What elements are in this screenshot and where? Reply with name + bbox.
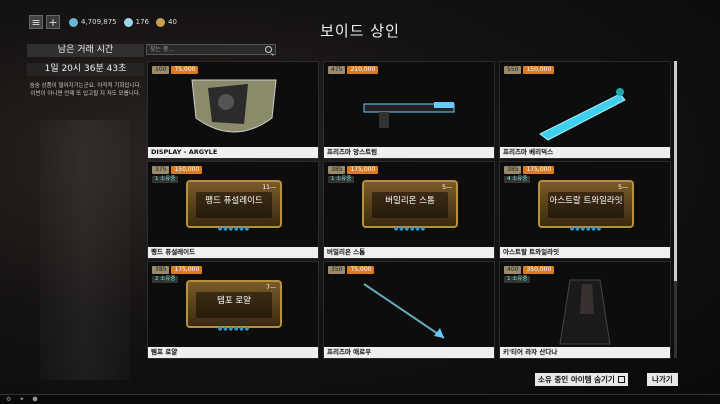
mod-card: 7— 템포 로얄 ●●●●●● xyxy=(186,280,282,332)
credit-price: 75,000 xyxy=(347,266,375,274)
credit-price: 350,000 xyxy=(523,266,555,274)
item-card[interactable]: 100 75,000 DISPLAY - ARGYLE xyxy=(147,61,319,159)
ducat-price: 400 xyxy=(504,266,522,274)
item-name: 팽드 퓨설레이드 xyxy=(148,247,318,258)
ducat-price: 475 xyxy=(328,66,346,74)
owned-badge: 1 소유중 xyxy=(328,176,355,183)
ducat-price: 100 xyxy=(152,66,170,74)
mod-name: 팽드 퓨설레이드 xyxy=(205,196,263,206)
item-name: 프리즈마 베리덕스 xyxy=(500,147,670,158)
item-card[interactable]: 475 210,000 프리즈마 앙스트럼 xyxy=(323,61,495,159)
owned-badge: 4 소유중 xyxy=(504,176,531,183)
footer-icon: ✦ xyxy=(19,396,25,403)
credit-price: 75,000 xyxy=(171,66,199,74)
owned-badge: 2 소유중 xyxy=(152,276,179,283)
checkbox-icon[interactable] xyxy=(617,376,625,383)
item-image xyxy=(324,274,494,346)
item-name: 버밀리온 스톰 xyxy=(324,247,494,258)
item-card[interactable]: 385 175,000 1 소유중 5— 버밀리온 스톰 ●●●●●● 버밀리온 스톰 xyxy=(323,161,495,259)
credit-price: 150,000 xyxy=(171,166,203,174)
mod-rank: 5— xyxy=(442,184,452,191)
item-card[interactable]: 350 75,000 프리즈마 애로우 xyxy=(323,261,495,359)
item-name: 프리즈마 애로우 xyxy=(324,347,494,358)
item-card[interactable]: 385 175,000 2 소유중 7— 템포 로얄 ●●●●●● 템포 로얄 xyxy=(147,261,319,359)
hide-owned-toggle[interactable]: 소유 중인 아이템 숨기기 xyxy=(535,373,628,386)
ducat-price: 385 xyxy=(328,166,346,174)
mod-name: 아스트랄 트와일라잇 xyxy=(549,196,623,206)
mod-rank: 11— xyxy=(262,184,276,191)
search-icon[interactable] xyxy=(265,46,272,53)
item-name: 프리즈마 앙스트럼 xyxy=(324,147,494,158)
item-image xyxy=(148,74,318,146)
ducat-price: 385 xyxy=(152,266,170,274)
item-grid: 100 75,000 DISPLAY - ARGYLE 475 210,000 프리… xyxy=(147,61,671,359)
time-remaining: 1일 20시 36분 43초 xyxy=(27,63,144,76)
page-title: 보이드 상인 xyxy=(320,22,400,40)
mod-card: 11— 팽드 퓨설레이드 ●●●●●● xyxy=(186,180,282,232)
credit-price: 150,000 xyxy=(523,66,555,74)
footer-icon: ⚙ xyxy=(6,396,12,403)
footer-icon: ⬢ xyxy=(32,396,38,403)
item-card[interactable]: 400 350,000 1 소유중 키'티어 라자 산다나 xyxy=(499,261,671,359)
ducat-price: 350 xyxy=(328,266,346,274)
ducat-price: 385 xyxy=(504,166,522,174)
item-card[interactable]: 550 150,000 프리즈마 베리덕스 xyxy=(499,61,671,159)
search-input[interactable]: 찾는 중... xyxy=(146,44,276,55)
item-card[interactable]: 385 175,000 4 소유중 5— 아스트랄 트와일라잇 ●●●●●● 아스트랄… xyxy=(499,161,671,259)
credit-price: 175,000 xyxy=(523,166,555,174)
item-card[interactable]: 375 150,000 1 소유중 11— 팽드 퓨설레이드 ●●●●●● 팽드 퓨설… xyxy=(147,161,319,259)
owned-badge: 1 소유중 xyxy=(152,176,179,183)
mod-rank: 7— xyxy=(266,284,276,291)
credit-price: 175,000 xyxy=(171,266,203,274)
ducat-price: 550 xyxy=(504,66,522,74)
mod-rank: 5— xyxy=(618,184,628,191)
item-image xyxy=(500,274,670,346)
item-name: 키'티어 라자 산다나 xyxy=(500,347,670,358)
mod-card: 5— 버밀리온 스톰 ●●●●●● xyxy=(362,180,458,232)
item-image xyxy=(500,74,670,146)
mod-card: 5— 아스트랄 트와일라잇 ●●●●●● xyxy=(538,180,634,232)
leave-button[interactable]: 나가기 xyxy=(647,373,678,386)
mod-name: 템포 로얄 xyxy=(217,296,251,306)
scrollbar-thumb[interactable] xyxy=(674,61,677,281)
footer-bar: ⚙ ✦ ⬢ xyxy=(0,394,720,404)
time-heading: 남은 거래 시간 xyxy=(27,44,144,57)
hide-owned-label: 소유 중인 아이템 숨기기 xyxy=(538,375,615,384)
item-image xyxy=(324,74,494,146)
search-placeholder: 찾는 중... xyxy=(150,46,175,53)
item-name: DISPLAY - ARGYLE xyxy=(148,147,318,158)
item-name: 템포 로얄 xyxy=(148,347,318,358)
credit-price: 210,000 xyxy=(347,66,379,74)
mod-name: 버밀리온 스톰 xyxy=(385,196,435,206)
left-panel: 남은 거래 시간 1일 20시 36분 43초 숨숨 상품이 떨어지기는군요. … xyxy=(27,44,144,98)
item-name: 아스트랄 트와일라잇 xyxy=(500,247,670,258)
credit-price: 175,000 xyxy=(347,166,379,174)
trader-message: 숨숨 상품이 떨어지기는군요. 아직적 기회입니다. 이번이 아니면 언제 또 … xyxy=(29,83,142,97)
ducat-price: 375 xyxy=(152,166,170,174)
